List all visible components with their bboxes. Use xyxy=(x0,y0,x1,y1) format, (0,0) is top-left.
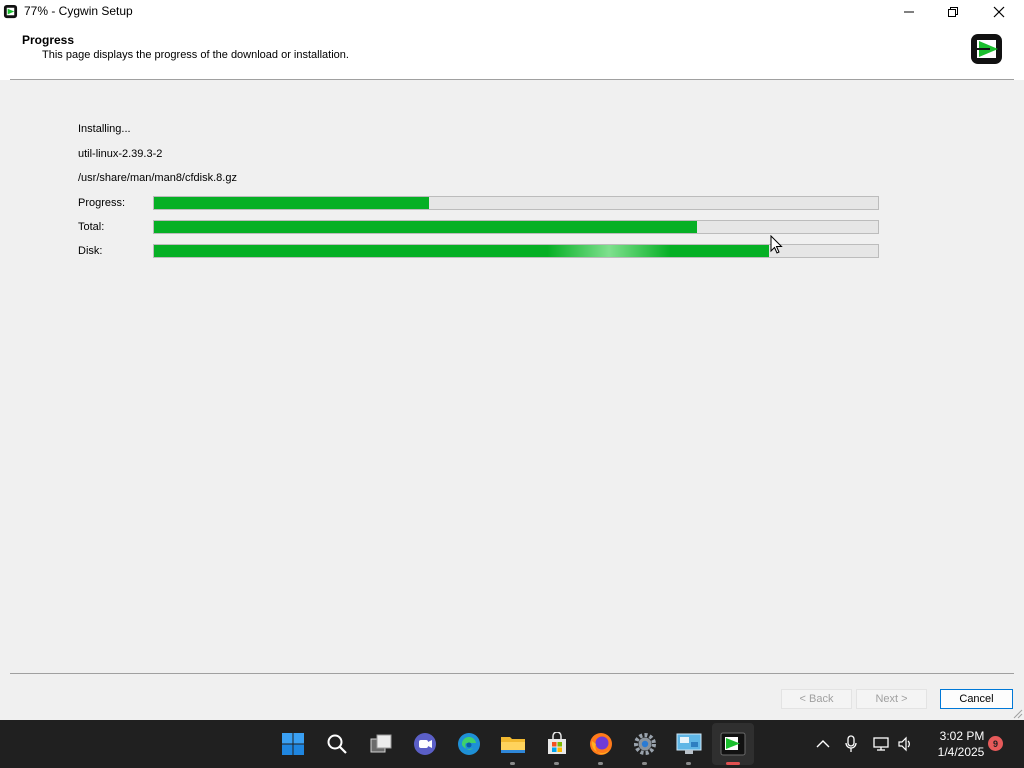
cygwin-terminal-icon xyxy=(720,732,746,756)
next-button[interactable]: Next > xyxy=(856,689,927,709)
restore-icon xyxy=(948,7,958,17)
total-bar xyxy=(153,220,879,234)
cygwin-logo-icon xyxy=(971,34,1002,64)
minimize-icon xyxy=(904,11,914,13)
show-hidden-icons-button[interactable] xyxy=(813,734,833,754)
back-button[interactable]: < Back xyxy=(781,689,852,709)
firefox-icon xyxy=(590,733,612,755)
edge-icon xyxy=(458,733,480,755)
footer-divider xyxy=(10,673,1014,674)
settings-button[interactable] xyxy=(631,730,659,758)
firefox-button[interactable] xyxy=(587,730,615,758)
wizard-header: Progress This page displays the progress… xyxy=(0,24,1024,80)
progress-bar xyxy=(153,196,879,210)
running-indicator xyxy=(686,762,691,765)
edge-button[interactable] xyxy=(455,730,483,758)
taskbar: 3:02 PM 1/4/2025 9 xyxy=(0,720,1024,768)
control-panel-button[interactable] xyxy=(675,730,703,758)
restore-button[interactable] xyxy=(930,0,976,24)
chat-button[interactable] xyxy=(411,730,439,758)
cygwin-app-icon xyxy=(3,4,18,19)
network-icon xyxy=(873,737,889,751)
running-indicator xyxy=(598,762,603,765)
store-icon xyxy=(548,732,566,754)
file-explorer-button[interactable] xyxy=(499,730,527,758)
status-action: Installing... xyxy=(78,123,131,135)
total-bar-fill xyxy=(154,221,697,233)
title-bar: 77% - Cygwin Setup xyxy=(0,0,1024,24)
search-icon xyxy=(327,734,347,754)
microphone-icon xyxy=(845,735,857,752)
microphone-button[interactable] xyxy=(841,734,861,754)
close-icon xyxy=(993,6,1005,18)
minimize-button[interactable] xyxy=(886,0,932,24)
running-indicator xyxy=(642,762,647,765)
control-panel-icon xyxy=(676,733,702,754)
notification-badge[interactable]: 9 xyxy=(988,736,1003,751)
progress-label: Progress: xyxy=(78,197,126,209)
page-title: Progress xyxy=(22,33,75,47)
search-button[interactable] xyxy=(323,730,351,758)
volume-button[interactable] xyxy=(896,734,916,754)
chevron-up-icon xyxy=(816,740,830,748)
clock-date[interactable]: 1/4/2025 xyxy=(931,745,991,759)
header-divider xyxy=(10,79,1014,80)
settings-icon xyxy=(634,733,656,755)
start-icon xyxy=(282,733,304,755)
status-package: util-linux-2.39.3-2 xyxy=(78,148,163,160)
running-indicator xyxy=(510,762,515,765)
start-button[interactable] xyxy=(279,730,307,758)
chat-icon xyxy=(414,733,436,755)
page-subtitle: This page displays the progress of the d… xyxy=(42,49,349,61)
total-label: Total: xyxy=(78,221,105,233)
file-explorer-icon xyxy=(501,737,525,753)
network-button[interactable] xyxy=(872,734,892,754)
window-title: 77% - Cygwin Setup xyxy=(24,4,133,18)
active-indicator xyxy=(726,762,740,765)
progress-bar-fill xyxy=(154,197,430,209)
task-view-icon xyxy=(370,734,392,753)
running-indicator xyxy=(554,762,559,765)
store-button[interactable] xyxy=(543,730,571,758)
speaker-icon xyxy=(898,736,910,752)
disk-label: Disk: xyxy=(78,245,103,257)
mouse-cursor-icon xyxy=(770,235,783,254)
clock-time[interactable]: 3:02 PM xyxy=(936,729,988,743)
close-button[interactable] xyxy=(976,0,1022,24)
task-view-button[interactable] xyxy=(367,730,395,758)
cygwin-taskbar-button[interactable] xyxy=(719,730,747,758)
cancel-button[interactable]: Cancel xyxy=(940,689,1013,709)
resize-grip-icon[interactable] xyxy=(1012,708,1023,719)
disk-bar-fill xyxy=(154,245,770,257)
status-file: /usr/share/man/man8/cfdisk.8.gz xyxy=(78,172,237,184)
